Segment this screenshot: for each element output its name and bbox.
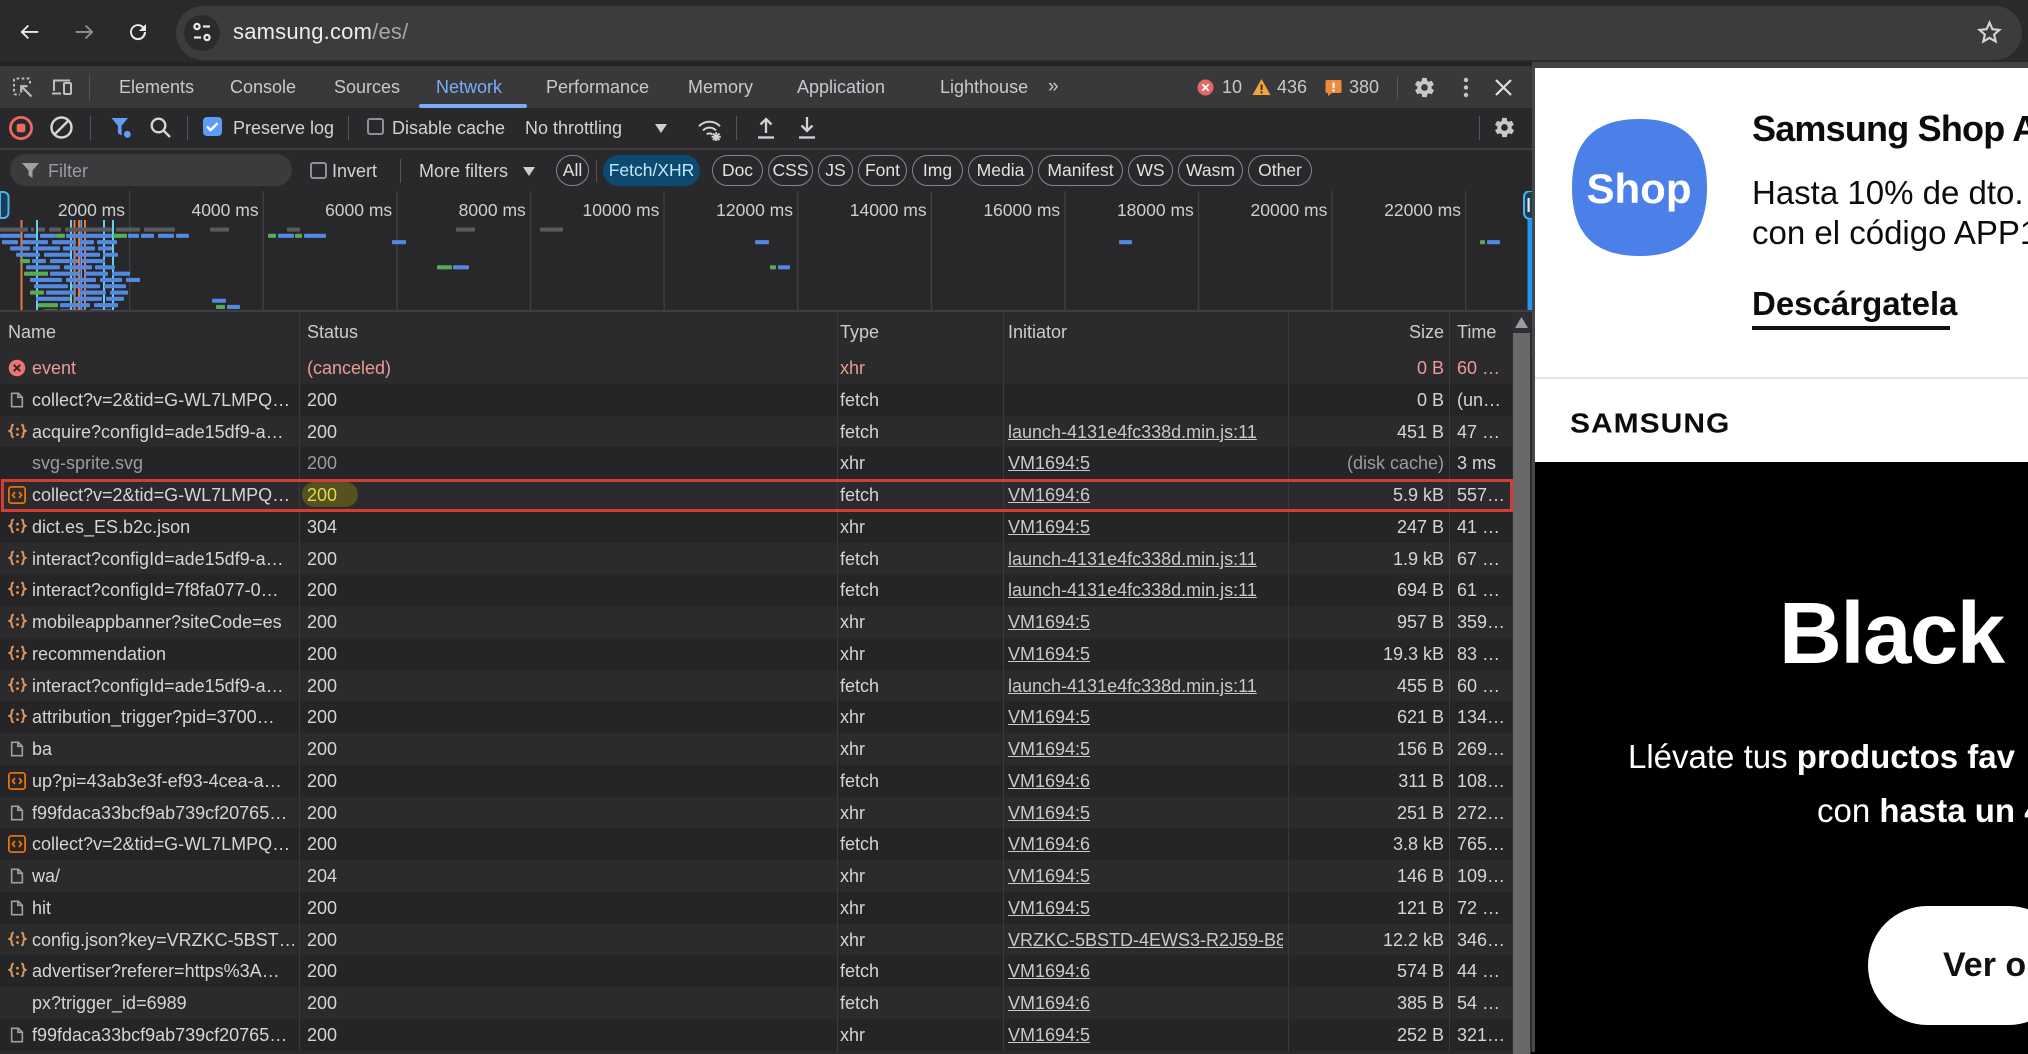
svg-text:12000 ms: 12000 ms [716, 200, 793, 220]
svg-text:Shop: Shop [1587, 165, 1692, 212]
svg-text:22000 ms: 22000 ms [1384, 200, 1461, 220]
svg-text:4000 ms: 4000 ms [191, 200, 258, 220]
svg-text:20000 ms: 20000 ms [1251, 200, 1328, 220]
svg-text:16000 ms: 16000 ms [983, 200, 1060, 220]
svg-text:8000 ms: 8000 ms [459, 200, 526, 220]
svg-text:14000 ms: 14000 ms [850, 200, 927, 220]
svg-text:2000 ms: 2000 ms [58, 200, 125, 220]
svg-text:6000 ms: 6000 ms [325, 200, 392, 220]
svg-text:18000 ms: 18000 ms [1117, 200, 1194, 220]
svg-text:10000 ms: 10000 ms [583, 200, 660, 220]
